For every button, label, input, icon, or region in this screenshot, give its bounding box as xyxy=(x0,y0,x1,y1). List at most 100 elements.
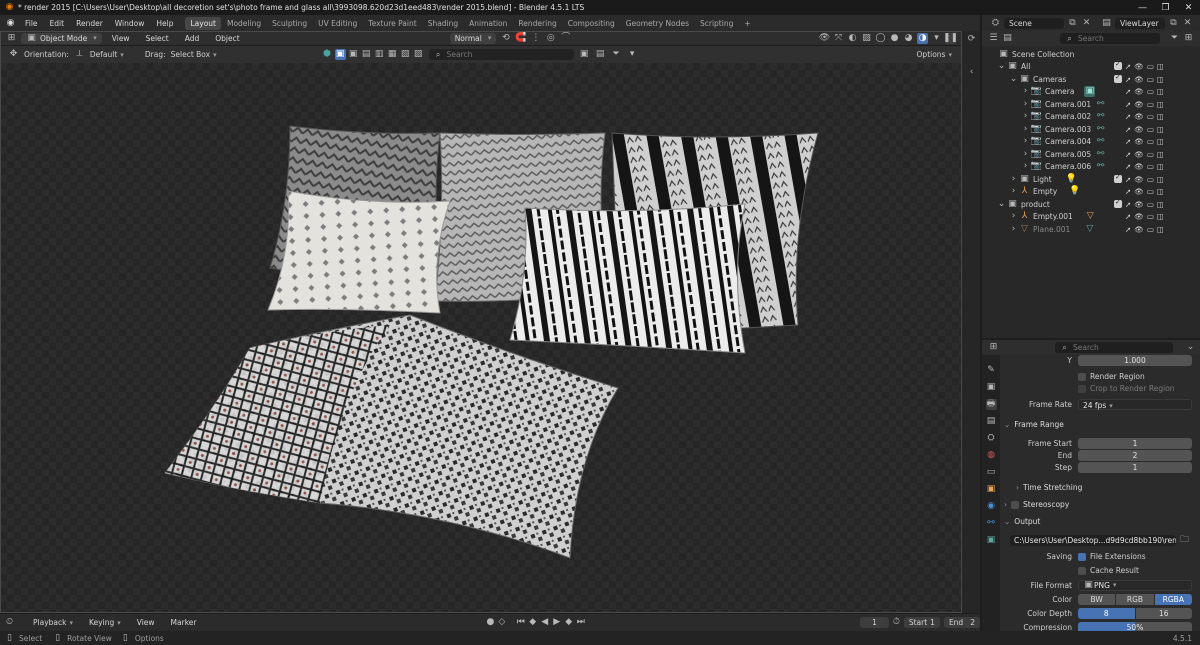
stereoscopy-header[interactable]: Stereoscopy xyxy=(1004,500,1069,509)
object-tab-icon[interactable]: ▣ xyxy=(986,484,997,495)
collapse-arrow-icon[interactable]: › xyxy=(1008,211,1019,222)
exclude-checkbox[interactable] xyxy=(1113,60,1122,71)
tab-modeling[interactable]: Modeling xyxy=(222,17,266,30)
expand-arrow-icon[interactable]: ⌄ xyxy=(1008,74,1019,85)
collapse-arrow-icon[interactable]: › xyxy=(1008,174,1019,185)
viewport-icon[interactable]: ▭ xyxy=(1147,225,1154,234)
output-tab-icon[interactable]: 🖶 xyxy=(985,399,997,410)
outliner-row-light[interactable]: ›▣Light 💡 ➚👁▭◫ xyxy=(982,173,1200,186)
file-extensions-checkbox[interactable] xyxy=(1078,552,1086,561)
frame-rate-dropdown[interactable]: 24 fps xyxy=(1078,399,1192,410)
visibility-toggle-icon[interactable]: 👁 xyxy=(819,33,830,44)
collapse-arrow-icon[interactable]: › xyxy=(1020,136,1031,147)
tab-uv-editing[interactable]: UV Editing xyxy=(313,17,362,30)
collapse-arrow-icon[interactable]: › xyxy=(1020,149,1031,160)
render-tab-icon[interactable]: ▣ xyxy=(986,382,997,393)
color-rgba-option[interactable]: RGBA xyxy=(1154,594,1192,605)
tab-geometry-nodes[interactable]: Geometry Nodes xyxy=(621,17,694,30)
render-icon[interactable]: ◫ xyxy=(1157,175,1164,184)
selectable-icon[interactable]: ➚ xyxy=(1125,212,1131,221)
exclude-checkbox[interactable] xyxy=(1113,198,1122,208)
collection-view-icon[interactable]: ▣ xyxy=(579,49,590,60)
tab-texture-paint[interactable]: Texture Paint xyxy=(363,17,421,30)
display-mode-icon[interactable]: ▤ xyxy=(1002,33,1013,44)
frame-end-field[interactable]: 2 xyxy=(1078,450,1192,461)
viewport-icon[interactable]: ▭ xyxy=(1147,200,1154,209)
orientation-dropdown[interactable]: Default xyxy=(90,50,140,59)
options-dropdown[interactable]: Options xyxy=(917,50,952,59)
blender-menu-icon[interactable]: ◉ xyxy=(5,18,16,29)
tab-sculpting[interactable]: Sculpting xyxy=(267,17,312,30)
render-icon[interactable]: ◫ xyxy=(1157,187,1164,196)
keying-set-icon[interactable]: ◇ xyxy=(498,617,505,628)
outliner-row-all[interactable]: ⌄▣All ➚👁▭◫ xyxy=(982,60,1200,74)
view-layer-field[interactable]: ViewLayer xyxy=(1115,17,1165,29)
toggle-sidebar-icon[interactable]: ⟳ xyxy=(966,34,977,45)
render-icon[interactable]: ◫ xyxy=(1157,100,1164,109)
crop-region-checkbox[interactable] xyxy=(1078,384,1086,393)
select-invert-icon[interactable]: ▥ xyxy=(374,49,385,60)
stereoscopy-checkbox[interactable] xyxy=(1011,500,1019,509)
tool-tab-icon[interactable]: ✎ xyxy=(986,365,997,376)
selectable-icon[interactable]: ➚ xyxy=(1125,150,1131,159)
exclude-checkbox[interactable] xyxy=(1113,173,1122,183)
snap-target-icon[interactable]: ⋮ xyxy=(530,33,541,44)
prev-keyframe-icon[interactable]: ◆ xyxy=(527,617,538,628)
pause-render-icon[interactable]: ❚❚ xyxy=(943,32,958,44)
outliner-filter-icon[interactable]: ⏷ xyxy=(1169,33,1180,44)
viewport-menu-add[interactable]: Add xyxy=(179,34,206,43)
eye-icon[interactable]: 👁 xyxy=(1134,100,1144,109)
viewport-menu-view[interactable]: View xyxy=(106,34,136,43)
time-stretching-header[interactable]: Time Stretching xyxy=(1016,483,1082,492)
shading-solid-icon[interactable]: ● xyxy=(889,33,900,44)
selectable-icon[interactable]: ➚ xyxy=(1125,100,1131,109)
auto-keying-icon[interactable]: ● xyxy=(486,617,494,628)
render-icon[interactable]: ◫ xyxy=(1157,137,1164,146)
outliner-row-cameras[interactable]: ⌄▣Cameras ➚👁▭◫ xyxy=(982,73,1200,86)
collection-tab-icon[interactable]: ▭ xyxy=(986,467,997,478)
select-difference-icon[interactable]: ▧ xyxy=(400,49,411,60)
render-icon[interactable]: ◫ xyxy=(1157,112,1164,121)
filter-icon[interactable]: ⏷ xyxy=(611,49,622,60)
tab-compositing[interactable]: Compositing xyxy=(563,17,620,30)
world-tab-icon[interactable]: ◍ xyxy=(986,450,997,461)
outliner-row-camera[interactable]: › 📷 Camera ▣ ➚ 👁 ▭ ◫ xyxy=(982,86,1200,99)
3d-viewport[interactable] xyxy=(0,63,962,613)
play-icon[interactable]: ▶ xyxy=(551,617,562,628)
eye-icon[interactable]: 👁 xyxy=(1134,87,1144,96)
gizmo-icon[interactable]: ⤧ xyxy=(833,33,844,44)
eye-icon[interactable]: 👁 xyxy=(1134,200,1144,209)
playback-menu[interactable]: Playback xyxy=(27,618,79,627)
keying-menu[interactable]: Keying xyxy=(83,618,127,627)
viewport-icon[interactable]: ▭ xyxy=(1147,112,1154,121)
menu-file[interactable]: File xyxy=(19,19,44,28)
output-header[interactable]: Output xyxy=(1004,517,1040,526)
select-all-icon[interactable]: ▨ xyxy=(413,49,424,60)
outliner-row-camera-002[interactable]: › 📷 Camera.002 ⚯ ➚ 👁 ▭ ◫ xyxy=(982,111,1200,124)
filter-dropdown-icon[interactable]: ▾ xyxy=(627,49,638,60)
tab-shading[interactable]: Shading xyxy=(423,17,463,30)
menu-edit[interactable]: Edit xyxy=(44,19,71,28)
output-path-field[interactable]: C:\Users\User\Desktop...d9d9cd8bb190\ren… xyxy=(1010,535,1176,546)
outliner-row-camera-003[interactable]: › 📷 Camera.003 ⚯ ➚ 👁 ▭ ◫ xyxy=(982,123,1200,136)
viewport-icon[interactable]: ▭ xyxy=(1147,62,1154,71)
maximize-icon[interactable]: ❐ xyxy=(1154,3,1177,13)
selectable-icon[interactable]: ➚ xyxy=(1125,162,1131,171)
color-rgb-option[interactable]: RGB xyxy=(1116,594,1154,605)
shading-wireframe-icon[interactable]: ◯ xyxy=(875,33,886,44)
physics-tab-icon[interactable]: ◉ xyxy=(986,501,997,512)
expand-arrow-icon[interactable]: ⌄ xyxy=(996,61,1007,72)
viewport-icon[interactable]: ▭ xyxy=(1147,150,1154,159)
scene-tab-icon[interactable]: ⛭ xyxy=(986,433,997,444)
collapse-arrow-icon[interactable]: › xyxy=(1020,161,1031,172)
file-format-dropdown[interactable]: ▣ PNG xyxy=(1078,580,1192,591)
shading-rendered-icon[interactable]: ◑ xyxy=(917,32,928,44)
start-frame-field[interactable]: Start 1 xyxy=(903,617,940,628)
outliner-row-camera-005[interactable]: › 📷 Camera.005 ⚯ ➚ 👁 ▭ ◫ xyxy=(982,148,1200,161)
render-icon[interactable]: ◫ xyxy=(1157,150,1164,159)
jump-start-icon[interactable]: ⏮ xyxy=(515,617,526,628)
xray-icon[interactable]: ▨ xyxy=(861,33,872,44)
render-icon[interactable]: ◫ xyxy=(1157,200,1164,209)
eye-icon[interactable]: 👁 xyxy=(1134,125,1144,134)
color-depth-8-option[interactable]: 8 xyxy=(1078,608,1135,619)
